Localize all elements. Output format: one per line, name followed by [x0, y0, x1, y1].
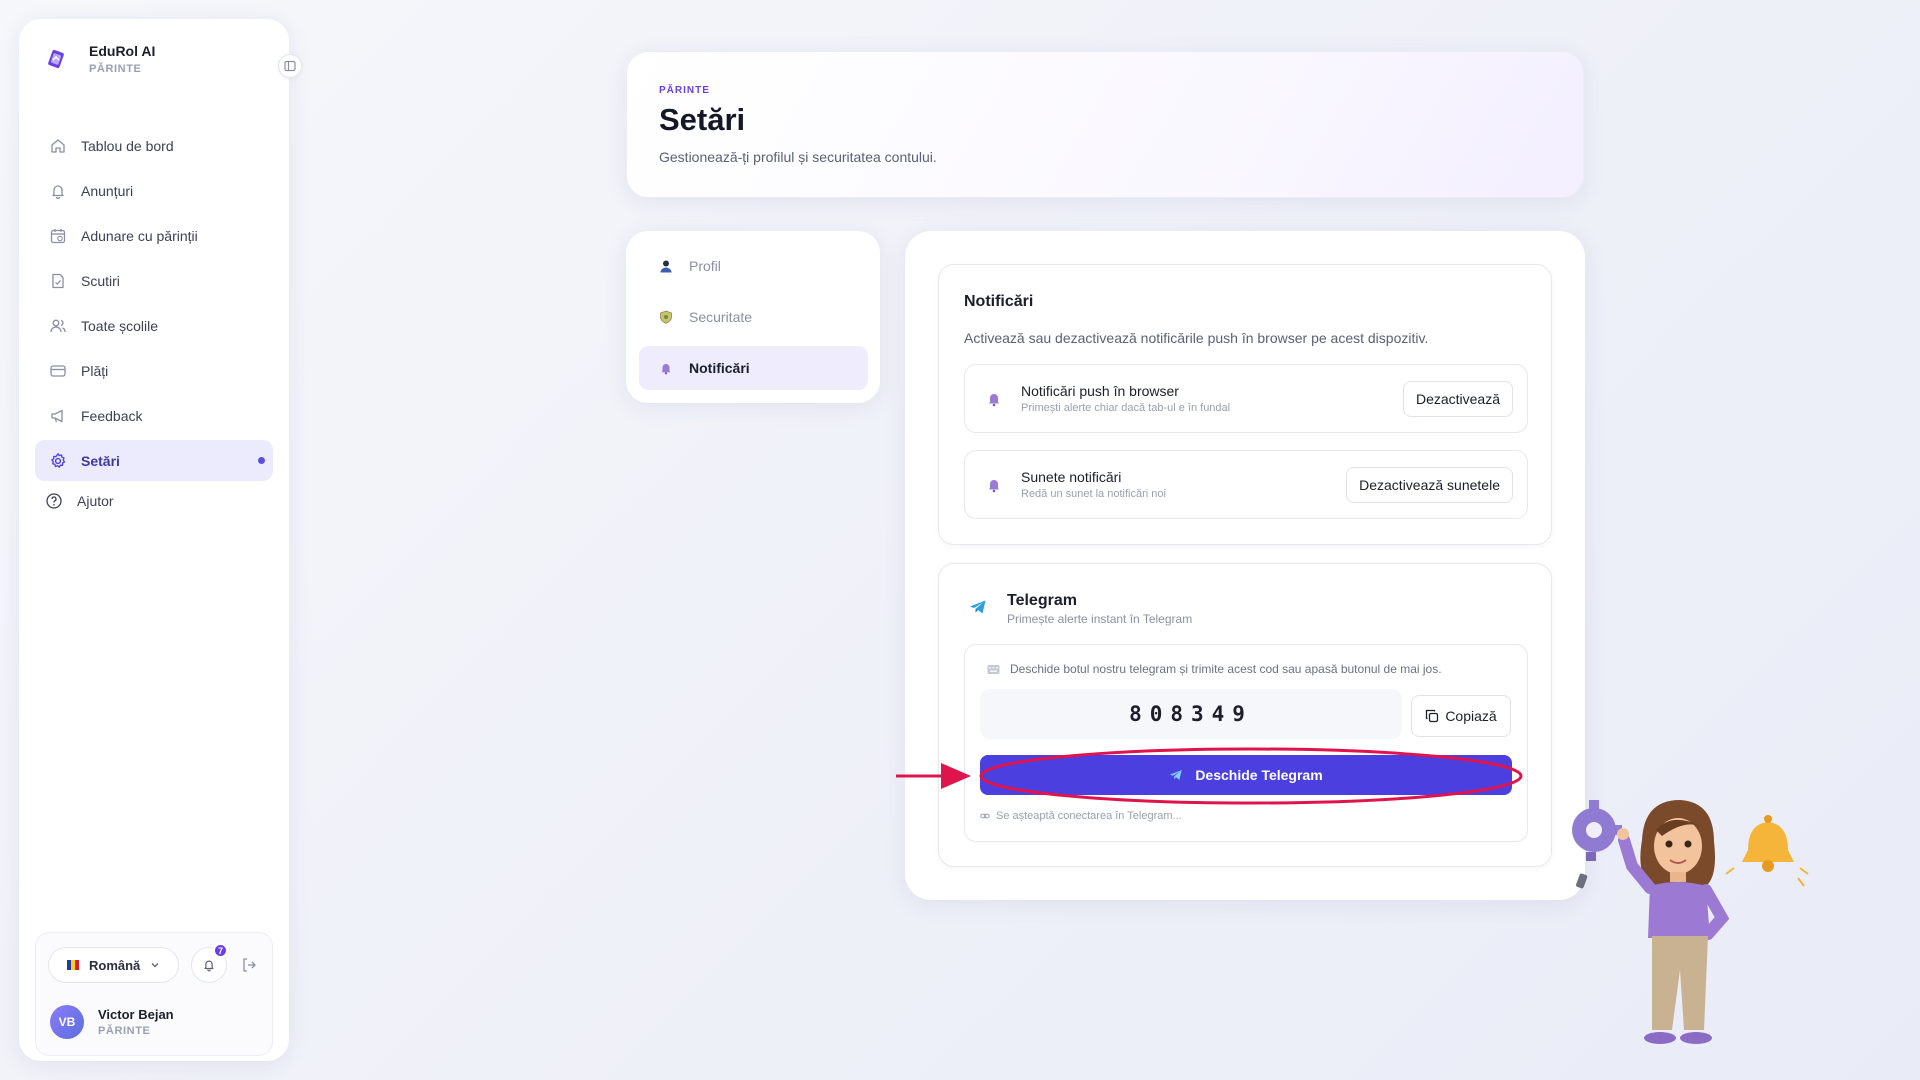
nav-item-dashboard[interactable]: Tablou de bord [35, 125, 273, 166]
tab-label: Securitate [689, 309, 753, 325]
nav-label: Feedback [81, 407, 143, 424]
copy-code-button[interactable]: Copiază [1411, 695, 1511, 737]
brand-name: EduRol AI [89, 43, 156, 59]
waiting-text: Se așteaptă conectarea în Telegram... [996, 810, 1182, 822]
user-icon [660, 260, 672, 273]
telegram-code: 808349 [980, 689, 1402, 739]
collapse-sidebar-button[interactable] [278, 54, 302, 78]
push-notifications-title: Notificări push în browser [1021, 383, 1179, 399]
nav-item-announcements[interactable]: Anunțuri [35, 170, 273, 211]
nav-item-parent-meeting[interactable]: Adunare cu părinții [35, 215, 273, 256]
telegram-subtitle: Primește alerte instant în Telegram [1007, 612, 1193, 626]
language-label: Română [89, 957, 141, 973]
chevron-down-icon [151, 963, 159, 968]
open-telegram-button[interactable]: Deschide Telegram [980, 755, 1512, 795]
telegram-icon [1170, 770, 1182, 780]
push-notifications-row: Notificări push în browser Primești aler… [964, 364, 1528, 433]
page-eyebrow: PĂRINTE [659, 85, 710, 96]
telegram-connect-box: Deschide botul nostru telegram și trimit… [964, 644, 1528, 842]
nav-label: Adunare cu părinții [81, 227, 198, 244]
help-circle-icon [46, 493, 62, 509]
document-icon [52, 273, 64, 288]
disable-sounds-button[interactable]: Dezactivează sunetele [1346, 467, 1513, 503]
page-header: PĂRINTE Setări Gestionează-ți profilul ș… [626, 51, 1584, 198]
telegram-title: Telegram [1007, 592, 1077, 609]
bell-icon [989, 480, 999, 493]
logout-icon[interactable] [240, 956, 258, 974]
nav-item-help[interactable]: Ajutor [35, 485, 273, 517]
notifications-title: Notificări [964, 293, 1034, 310]
bell-icon [204, 960, 214, 972]
user-role: PĂRINTE [98, 1025, 151, 1037]
nav-item-payments[interactable]: Plăți [35, 350, 273, 391]
nav-label: Plăți [81, 362, 109, 379]
avatar: VB [50, 1005, 84, 1039]
nav-label: Ajutor [77, 493, 114, 509]
notifications-section: Notificări Activează sau dezactivează no… [938, 264, 1552, 545]
telegram-waiting-status: Se așteaptă conectarea în Telegram... [980, 810, 1182, 822]
nav-label: Scutiri [81, 272, 120, 289]
active-indicator-dot [258, 457, 265, 464]
telegram-section: Telegram Primește alerte instant în Tele… [938, 563, 1552, 867]
sidebar: EduRol AI PĂRINTE Tablou de bord Anunțur… [19, 19, 302, 1061]
keyboard-icon [987, 664, 1000, 674]
calendar-icon [50, 228, 66, 243]
tab-label: Profil [689, 258, 721, 274]
nav-label: Toate școlile [81, 317, 159, 334]
telegram-hint-text: Deschide botul nostru telegram și trimit… [1010, 662, 1442, 676]
brand-logo-icon [48, 49, 64, 69]
home-icon [51, 138, 65, 153]
bell-icon [661, 364, 671, 375]
sidebar-footer: Română 7 VB Victor Bejan PĂRINTE [35, 932, 273, 1056]
tab-notifications[interactable]: Notificări [639, 346, 868, 390]
brand[interactable]: EduRol AI PĂRINTE [45, 43, 155, 75]
credit-card-icon [50, 364, 66, 377]
open-telegram-label: Deschide Telegram [1195, 767, 1323, 783]
tab-security[interactable]: Securitate [639, 295, 868, 339]
notification-sounds-title: Sunete notificări [1021, 469, 1122, 485]
nav-item-all-schools[interactable]: Toate școlile [35, 305, 273, 346]
tab-label: Notificări [689, 360, 750, 376]
notification-sounds-subtitle: Redă un sunet la notificări noi [1021, 488, 1166, 500]
notifications-button[interactable]: 7 [191, 943, 228, 983]
user-name: Victor Bejan [98, 1007, 174, 1022]
bell-icon [989, 394, 999, 407]
copy-label: Copiază [1445, 708, 1497, 724]
brand-role: PĂRINTE [89, 63, 142, 75]
nav-label: Tablou de bord [81, 137, 174, 154]
telegram-icon [970, 600, 986, 614]
mascot-illustration [1572, 800, 1809, 1044]
push-notifications-subtitle: Primești alerte chiar dacă tab-ul e în f… [1021, 402, 1231, 414]
main-nav: Tablou de bord Anunțuri Adunare cu părin… [35, 125, 273, 521]
users-icon [50, 319, 66, 332]
nav-label: Setări [81, 452, 120, 469]
notifications-description: Activează sau dezactivează notificările … [964, 330, 1429, 346]
romania-flag-icon [67, 960, 79, 970]
notification-count-badge: 7 [213, 943, 228, 958]
bell-illustration [1725, 815, 1809, 887]
nav-item-settings[interactable]: Setări [35, 440, 273, 481]
nav-label: Anunțuri [81, 182, 134, 199]
nav-item-exemptions[interactable]: Scutiri [35, 260, 273, 301]
girl-character [1617, 800, 1730, 1044]
megaphone-icon [51, 409, 63, 422]
nav-item-feedback[interactable]: Feedback [35, 395, 273, 436]
notification-sounds-row: Sunete notificări Redă un sunet la notif… [964, 450, 1528, 519]
telegram-hint: Deschide botul nostru telegram și trimit… [987, 662, 1442, 676]
gear-illustration [1572, 800, 1622, 889]
page-title: Setări [659, 102, 746, 137]
disable-push-button[interactable]: Dezactivează [1402, 381, 1513, 417]
user-profile[interactable]: VB Victor Bejan PĂRINTE [50, 1005, 174, 1039]
shield-icon [660, 310, 672, 324]
settings-tabs: Profil Securitate Notificări [626, 231, 880, 403]
page-subtitle: Gestionează-ți profilul și securitatea c… [659, 149, 937, 165]
link-icon [980, 813, 990, 819]
language-selector[interactable]: Română [48, 947, 179, 983]
tab-profile[interactable]: Profil [639, 244, 868, 288]
bell-icon [52, 184, 64, 199]
gear-icon [51, 452, 66, 468]
copy-icon [1426, 709, 1439, 723]
sidebar-collapse-icon [284, 60, 296, 72]
settings-content: Notificări Activează sau dezactivează no… [905, 231, 1585, 900]
